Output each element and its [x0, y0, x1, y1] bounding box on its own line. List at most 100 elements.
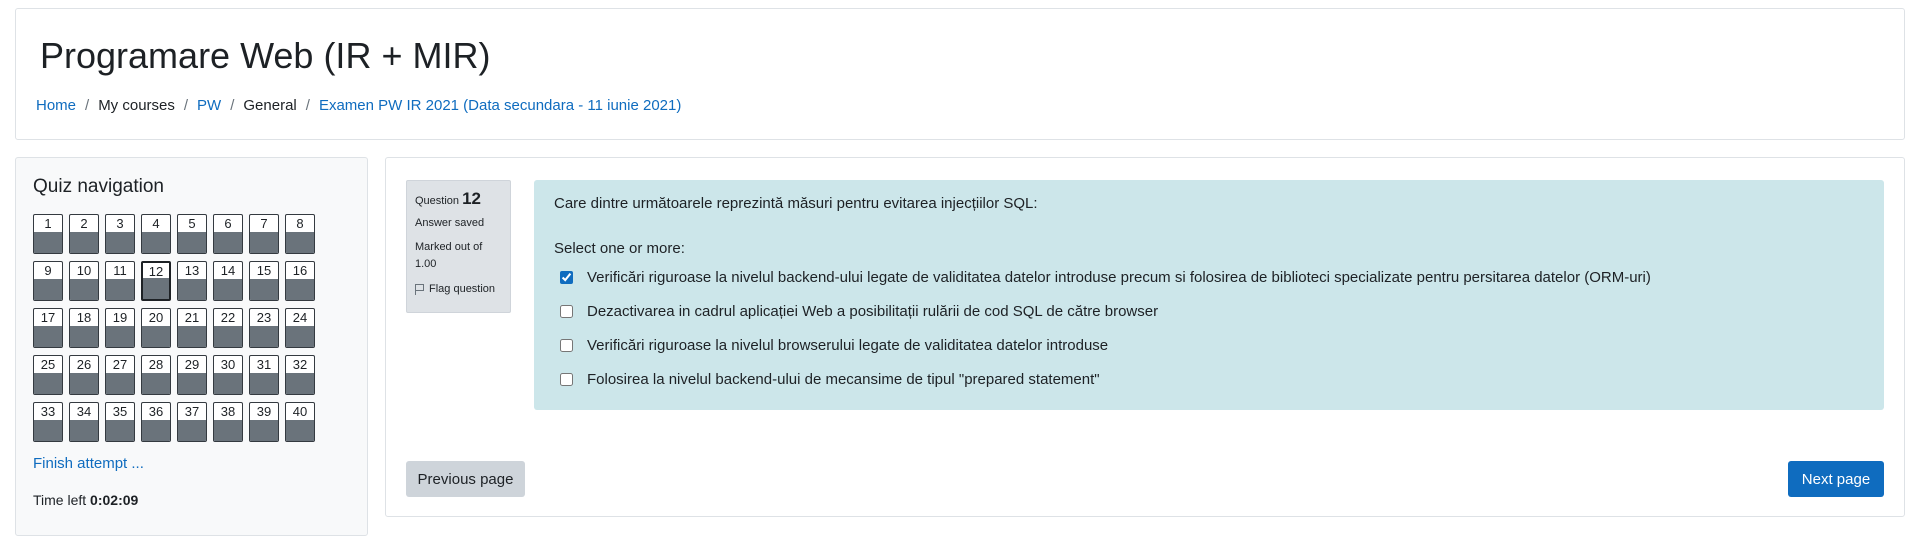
- question-nav-button[interactable]: 32: [285, 355, 315, 395]
- breadcrumb-quiz[interactable]: Examen PW IR 2021 (Data secundara - 11 i…: [319, 97, 681, 114]
- answered-indicator: [34, 279, 62, 300]
- question-formulation: Care dintre următoarele reprezintă măsur…: [534, 180, 1884, 410]
- answered-indicator: [70, 232, 98, 253]
- question-nav-button[interactable]: 29: [177, 355, 207, 395]
- answered-indicator: [142, 232, 170, 253]
- question-nav-button[interactable]: 10: [69, 261, 99, 301]
- question-nav-button[interactable]: 11: [105, 261, 135, 301]
- question-nav-button[interactable]: 31: [249, 355, 279, 395]
- finish-attempt-link[interactable]: Finish attempt ...: [33, 455, 144, 472]
- question-nav-button[interactable]: 24: [285, 308, 315, 348]
- question-nav-button[interactable]: 7: [249, 214, 279, 254]
- question-nav-button[interactable]: 4: [141, 214, 171, 254]
- question-nav-number: 6: [224, 216, 232, 231]
- question-nav-button[interactable]: 23: [249, 308, 279, 348]
- answered-indicator: [286, 420, 314, 441]
- question-nav-number: 5: [188, 216, 196, 231]
- answer-prompt: Select one or more:: [554, 240, 685, 257]
- question-nav-number: 18: [76, 310, 92, 325]
- answered-indicator: [143, 278, 169, 299]
- breadcrumb-separator: /: [85, 97, 90, 114]
- quiz-navigation-title: Quiz navigation: [33, 176, 164, 197]
- answer-label[interactable]: Dezactivarea in cadrul aplicației Web a …: [587, 303, 1158, 320]
- question-nav-button[interactable]: 39: [249, 402, 279, 442]
- question-nav-button[interactable]: 28: [141, 355, 171, 395]
- breadcrumb-home[interactable]: Home: [36, 97, 76, 114]
- breadcrumb-separator: /: [305, 97, 310, 114]
- answer-label[interactable]: Verificări riguroase la nivelul browseru…: [587, 337, 1108, 354]
- previous-page-button[interactable]: Previous page: [406, 461, 525, 497]
- question-button-grid: 1 2 3 4 5 6 7 8 9 10 11 12 13 14 15 16 17 18 19 20 21 22 23 24 2…: [33, 214, 315, 442]
- question-nav-button[interactable]: 40: [285, 402, 315, 442]
- question-nav-button[interactable]: 16: [285, 261, 315, 301]
- question-nav-number: 24: [292, 310, 308, 325]
- answered-indicator: [34, 232, 62, 253]
- question-card: Question 12 Answer saved Marked out of 1…: [385, 157, 1905, 517]
- question-nav-button[interactable]: 1: [33, 214, 63, 254]
- question-nav-button[interactable]: 5: [177, 214, 207, 254]
- question-nav-button[interactable]: 22: [213, 308, 243, 348]
- question-nav-button[interactable]: 17: [33, 308, 63, 348]
- answered-indicator: [70, 326, 98, 347]
- answer-checkbox[interactable]: [560, 270, 573, 284]
- answer-option: Verificări riguroase la nivelul browseru…: [560, 328, 1651, 362]
- answer-checkbox[interactable]: [560, 372, 573, 386]
- breadcrumb-course[interactable]: PW: [197, 97, 221, 114]
- question-nav-button[interactable]: 13: [177, 261, 207, 301]
- question-nav-button[interactable]: 2: [69, 214, 99, 254]
- question-nav-button[interactable]: 25: [33, 355, 63, 395]
- answered-indicator: [250, 326, 278, 347]
- flag-question-label: Flag question: [429, 283, 496, 295]
- next-page-button[interactable]: Next page: [1788, 461, 1884, 497]
- breadcrumb-separator: /: [230, 97, 235, 114]
- answer-checkbox[interactable]: [560, 304, 573, 318]
- question-nav-button[interactable]: 6: [213, 214, 243, 254]
- question-state: Answer saved: [415, 217, 485, 229]
- answer-label[interactable]: Verificări riguroase la nivelul backend-…: [587, 269, 1651, 286]
- question-nav-button[interactable]: 15: [249, 261, 279, 301]
- question-nav-number: 37: [184, 404, 200, 419]
- question-nav-number: 16: [292, 263, 308, 278]
- page-header: Programare Web (IR + MIR) Home / My cour…: [15, 8, 1905, 140]
- question-nav-button[interactable]: 12: [141, 261, 171, 301]
- question-info: Question 12 Answer saved Marked out of 1…: [406, 180, 511, 313]
- question-number: 12: [462, 189, 482, 208]
- question-nav-button[interactable]: 21: [177, 308, 207, 348]
- answered-indicator: [214, 420, 242, 441]
- question-nav-button[interactable]: 26: [69, 355, 99, 395]
- question-grade: Marked out of 1.00: [415, 241, 483, 270]
- question-nav-button[interactable]: 18: [69, 308, 99, 348]
- question-nav-button[interactable]: 19: [105, 308, 135, 348]
- question-nav-button[interactable]: 3: [105, 214, 135, 254]
- question-nav-button[interactable]: 34: [69, 402, 99, 442]
- answered-indicator: [34, 373, 62, 394]
- question-nav-button[interactable]: 27: [105, 355, 135, 395]
- breadcrumb-separator: /: [183, 97, 189, 114]
- question-nav-button[interactable]: 37: [177, 402, 207, 442]
- question-nav-button[interactable]: 9: [33, 261, 63, 301]
- question-nav-button[interactable]: 30: [213, 355, 243, 395]
- question-nav-button[interactable]: 35: [105, 402, 135, 442]
- flag-question-button[interactable]: Flag question: [415, 283, 502, 295]
- answer-label[interactable]: Folosirea la nivelul backend-ului de mec…: [587, 371, 1100, 388]
- question-nav-number: 21: [184, 310, 200, 325]
- question-nav-button[interactable]: 36: [141, 402, 171, 442]
- question-number-line: Question 12: [415, 189, 502, 209]
- breadcrumb-my-courses: My courses: [98, 97, 175, 114]
- answered-indicator: [178, 232, 206, 253]
- answered-indicator: [70, 373, 98, 394]
- question-nav-number: 17: [40, 310, 56, 325]
- answered-indicator: [250, 373, 278, 394]
- answered-indicator: [106, 232, 134, 253]
- answered-indicator: [178, 326, 206, 347]
- answer-checkbox[interactable]: [560, 338, 573, 352]
- question-nav-number: 8: [296, 216, 304, 231]
- answered-indicator: [178, 373, 206, 394]
- question-nav-button[interactable]: 8: [285, 214, 315, 254]
- question-nav-button[interactable]: 38: [213, 402, 243, 442]
- question-nav-button[interactable]: 33: [33, 402, 63, 442]
- question-nav-number: 29: [184, 357, 200, 372]
- question-nav-number: 33: [40, 404, 56, 419]
- question-nav-button[interactable]: 14: [213, 261, 243, 301]
- question-nav-button[interactable]: 20: [141, 308, 171, 348]
